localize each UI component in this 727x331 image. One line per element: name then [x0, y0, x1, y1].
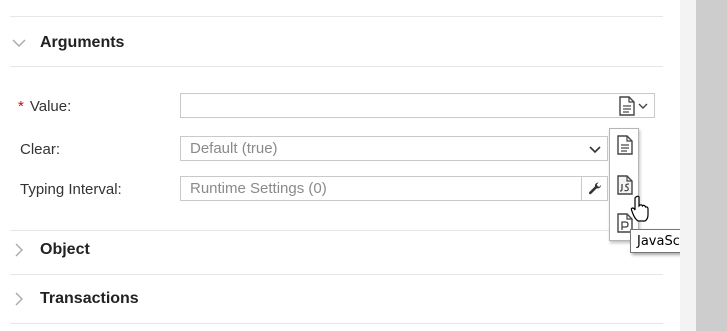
section-header-object[interactable]: Object [12, 237, 90, 263]
divider [10, 274, 663, 275]
section-header-transactions[interactable]: Transactions [12, 286, 139, 312]
chevron-down-icon [589, 146, 601, 154]
typing-interval-input[interactable]: Runtime Settings (0) [180, 176, 608, 201]
text-document-icon [617, 135, 633, 155]
javascript-icon [617, 175, 633, 195]
field-label-typing-interval: Typing Interval: [20, 180, 122, 198]
divider [10, 323, 663, 324]
chevron-right-icon [15, 292, 23, 306]
section-header-arguments[interactable]: Arguments [12, 30, 124, 56]
divider [10, 16, 663, 17]
value-input[interactable] [180, 93, 655, 118]
wrench-icon [588, 182, 602, 194]
required-marker: * [18, 97, 24, 115]
settings-wrench-button[interactable] [581, 177, 608, 200]
divider [10, 66, 663, 67]
dropdown-item-text[interactable] [614, 133, 636, 157]
section-title: Transactions [40, 290, 139, 307]
properties-panel: Arguments * Value: Clear: Default (true) [0, 0, 680, 331]
dropdown-item-javascript[interactable] [614, 173, 636, 197]
chevron-down-icon [12, 39, 26, 47]
section-title: Arguments [40, 34, 125, 51]
value-type-selector[interactable] [611, 94, 655, 117]
chevron-right-icon [15, 243, 23, 257]
hand-cursor-icon [630, 195, 649, 222]
field-label-clear: Clear: [20, 140, 61, 158]
value-type-dropdown [609, 128, 639, 241]
section-title: Object [40, 241, 90, 258]
clear-select[interactable]: Default (true) [180, 136, 608, 161]
divider [10, 230, 663, 231]
field-label-value: * Value: [18, 97, 72, 115]
scrollbar-thumb[interactable] [696, 0, 727, 331]
text-document-icon [619, 95, 635, 116]
chevron-down-icon [638, 103, 648, 109]
